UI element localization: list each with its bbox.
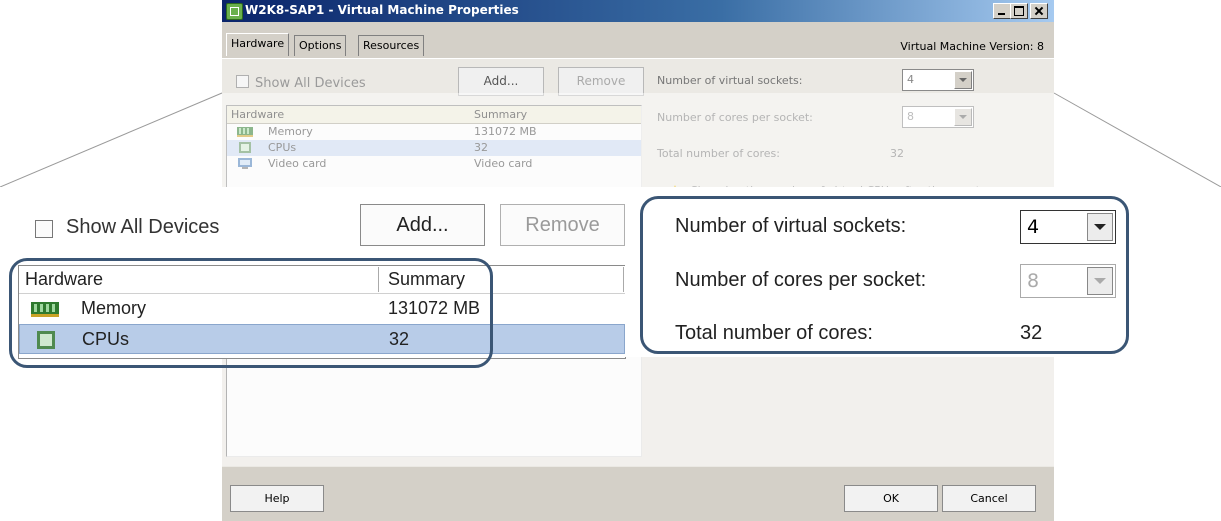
sockets-label: Number of virtual sockets: [675,215,907,237]
header-summary[interactable]: Summary [388,269,465,290]
bg-total-value: 32 [890,147,904,160]
bg-sockets-label: Number of virtual sockets: [657,74,803,87]
bg-row-video-card[interactable]: Video card Video card [227,156,641,172]
zoom-right-area: Number of virtual sockets: 4 Number of c… [625,187,1221,357]
zoom-left-area: Show All Devices Add... Remove Hardware … [0,187,626,359]
table-row-cpus[interactable]: CPUs 32 [19,324,625,354]
tab-hardware[interactable]: Hardware [226,33,290,56]
bg-sockets-select[interactable]: 4 [902,69,974,91]
minimize-button[interactable] [993,3,1011,19]
close-button[interactable] [1030,3,1048,19]
bg-row-memory[interactable]: Memory 131072 MB [227,124,641,140]
header-hardware[interactable]: Hardware [25,269,103,290]
chevron-down-icon[interactable] [954,108,972,126]
bg-row-memory-name: Memory [268,125,313,138]
cores-per-socket-value: 8 [1027,270,1040,292]
row-cpus-name: CPUs [82,329,130,349]
total-cores-value: 32 [1020,322,1043,344]
row-memory-name: Memory [81,298,147,318]
bg-row-video-card-name: Video card [268,157,327,170]
bg-row-cpus-name: CPUs [268,141,297,154]
sockets-select[interactable]: 4 [1020,210,1116,244]
hardware-table-header: Hardware Summary [19,266,625,294]
table-row-memory[interactable]: Memory 131072 MB [19,294,625,324]
bg-remove-button[interactable]: Remove [558,67,644,96]
bg-show-all-devices-label: Show All Devices [255,76,366,91]
add-button[interactable]: Add... [360,204,485,246]
vm-version-label: Virtual Machine Version: 8 [900,40,1044,53]
window-title: W2K8-SAP1 - Virtual Machine Properties [245,3,519,17]
chevron-down-icon[interactable] [954,71,972,89]
column-divider[interactable] [378,267,382,292]
bg-row-video-card-summary: Video card [474,157,533,170]
show-all-devices-label: Show All Devices [66,216,220,238]
tab-options[interactable]: Options [294,35,347,56]
memory-icon [31,302,59,317]
bg-cores-label: Number of cores per socket: [657,111,813,124]
chevron-down-icon[interactable] [1087,267,1113,295]
bg-cores-select[interactable]: 8 [902,106,974,128]
bg-header-hardware[interactable]: Hardware [231,108,284,121]
help-button[interactable]: Help [230,485,324,512]
vm-icon [226,3,243,20]
memory-icon [237,127,253,137]
ok-button[interactable]: OK [844,485,938,512]
bg-row-cpus[interactable]: CPUs 32 [227,140,641,156]
row-memory-summary: 131072 MB [388,298,481,318]
bg-header-summary[interactable]: Summary [474,108,527,121]
hardware-table: Hardware Summary Memory 131072 MB CPUs 3… [18,265,626,359]
show-all-devices-checkbox[interactable] [35,220,53,238]
remove-button[interactable]: Remove [500,204,625,246]
bg-table-header: Hardware Summary [227,106,641,124]
zoomed-cpu-panel: Show All Devices Add... Remove Hardware … [0,187,1221,359]
cpu-icon [239,142,251,153]
cores-per-socket-label: Number of cores per socket: [675,269,927,291]
bg-row-cpus-summary: 32 [474,141,488,154]
cpu-icon [37,331,55,349]
cancel-button[interactable]: Cancel [942,485,1036,512]
monitor-icon [238,158,252,169]
cores-per-socket-select[interactable]: 8 [1020,264,1116,298]
bg-show-all-devices-checkbox[interactable]: Show All Devices [236,75,366,91]
maximize-button[interactable] [1010,3,1028,19]
title-bar: W2K8-SAP1 - Virtual Machine Properties [222,0,1054,22]
bg-add-button[interactable]: Add... [458,67,544,96]
tab-resources[interactable]: Resources [358,35,425,56]
chevron-down-icon[interactable] [1087,213,1113,241]
bg-cores-value: 8 [907,110,914,123]
bg-sockets-value: 4 [907,73,914,86]
sockets-value: 4 [1027,216,1040,238]
checkbox-box[interactable] [236,75,249,88]
bg-row-memory-summary: 131072 MB [474,125,537,138]
row-cpus-summary: 32 [389,329,410,349]
total-cores-label: Total number of cores: [675,322,873,344]
bg-total-label: Total number of cores: [657,147,780,160]
